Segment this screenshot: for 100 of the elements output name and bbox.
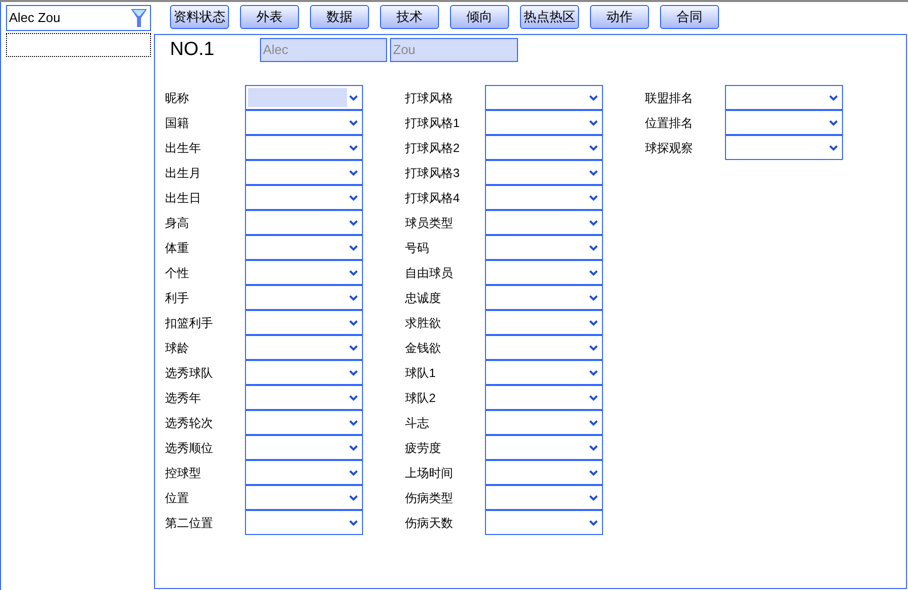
- tab[interactable]: 热点热区: [520, 5, 579, 29]
- field-label: 打球风格1: [405, 114, 461, 132]
- chevron-down-icon: [349, 270, 358, 276]
- chevron-down-icon: [829, 94, 838, 100]
- chevron-down-icon: [349, 220, 358, 226]
- dropdown[interactable]: [245, 160, 363, 185]
- dropdown[interactable]: [485, 485, 603, 510]
- field-label: 出生月: [165, 164, 202, 182]
- dropdown[interactable]: [245, 435, 363, 460]
- chevron-down-icon: [589, 244, 598, 250]
- field-label: 球队2: [405, 390, 437, 406]
- dropdown[interactable]: [485, 135, 603, 160]
- dropdown[interactable]: [485, 410, 603, 435]
- field-label: 打球风格3: [405, 164, 461, 182]
- field-label: 疲劳度: [405, 440, 442, 456]
- dropdown[interactable]: [725, 135, 843, 160]
- chevron-down-icon: [589, 494, 598, 500]
- search-field[interactable]: Alec Zou: [6, 5, 151, 31]
- field-label: 选秀球队: [165, 364, 214, 382]
- dropdown[interactable]: [485, 85, 603, 110]
- dropdown[interactable]: [245, 85, 363, 110]
- dropdown[interactable]: [245, 335, 363, 360]
- chevron-down-icon: [589, 394, 598, 400]
- field-label: 身高: [165, 214, 190, 232]
- field-label: 国籍: [165, 114, 190, 132]
- dropdown[interactable]: [485, 235, 603, 260]
- first-name-field: Alec: [260, 38, 387, 62]
- dropdown[interactable]: [245, 235, 363, 260]
- field-label: 联盟排名: [645, 90, 694, 106]
- field-label: 上场时间: [405, 464, 454, 482]
- chevron-down-icon: [589, 144, 598, 150]
- dropdown[interactable]: [245, 410, 363, 435]
- field-label: 选秀顺位: [165, 440, 214, 456]
- dropdown[interactable]: [485, 335, 603, 360]
- chevron-down-icon: [349, 294, 358, 300]
- player-list[interactable]: [6, 33, 151, 57]
- dropdown[interactable]: [485, 210, 603, 235]
- chevron-down-icon: [349, 370, 358, 376]
- dropdown[interactable]: [485, 285, 603, 310]
- dropdown[interactable]: [245, 485, 363, 510]
- funnel-icon: [130, 7, 148, 29]
- chevron-down-icon: [589, 270, 598, 276]
- field-label: 控球型: [165, 464, 202, 482]
- dropdown[interactable]: [245, 385, 363, 410]
- field-label: 体重: [165, 240, 190, 256]
- dropdown[interactable]: [485, 310, 603, 335]
- dropdown[interactable]: [245, 460, 363, 485]
- dropdown[interactable]: [725, 110, 843, 135]
- last-name-field: Zou: [390, 38, 518, 62]
- chevron-down-icon: [349, 444, 358, 450]
- chevron-down-icon: [349, 470, 358, 476]
- chevron-down-icon: [589, 444, 598, 450]
- dropdown[interactable]: [245, 510, 363, 535]
- tab[interactable]: 数据: [310, 5, 369, 29]
- dropdown[interactable]: [245, 135, 363, 160]
- chevron-down-icon: [349, 520, 358, 526]
- tab[interactable]: 动作: [590, 5, 649, 29]
- chevron-down-icon: [829, 144, 838, 150]
- dropdown[interactable]: [245, 260, 363, 285]
- field-label: 伤病类型: [405, 490, 454, 506]
- field-label: 扣篮利手: [165, 314, 214, 332]
- field-label: 球队1: [405, 364, 437, 382]
- tab[interactable]: 倾向: [450, 5, 509, 29]
- field-label: 金钱欲: [405, 340, 442, 356]
- chevron-down-icon: [349, 320, 358, 326]
- dropdown[interactable]: [485, 185, 603, 210]
- dropdown[interactable]: [245, 360, 363, 385]
- dropdown[interactable]: [485, 435, 603, 460]
- chevron-down-icon: [349, 344, 358, 350]
- dropdown[interactable]: [485, 260, 603, 285]
- field-label: 打球风格2: [405, 140, 461, 156]
- dropdown[interactable]: [245, 310, 363, 335]
- chevron-down-icon: [589, 294, 598, 300]
- field-label: 求胜欲: [405, 314, 442, 332]
- field-label: 选秀轮次: [165, 414, 214, 432]
- dropdown[interactable]: [725, 85, 843, 110]
- chevron-down-icon: [349, 120, 358, 126]
- tab[interactable]: 合同: [660, 5, 719, 29]
- chevron-down-icon: [349, 394, 358, 400]
- tab[interactable]: 技术: [380, 5, 439, 29]
- field-label: 打球风格: [405, 90, 454, 106]
- dropdown[interactable]: [485, 160, 603, 185]
- chevron-down-icon: [589, 520, 598, 526]
- dropdown[interactable]: [245, 210, 363, 235]
- dropdown[interactable]: [485, 360, 603, 385]
- chevron-down-icon: [589, 420, 598, 426]
- dropdown[interactable]: [485, 385, 603, 410]
- field-label: 选秀年: [165, 390, 202, 406]
- dropdown[interactable]: [245, 285, 363, 310]
- dropdown[interactable]: [485, 460, 603, 485]
- chevron-down-icon: [349, 94, 358, 100]
- field-label: 球龄: [165, 340, 190, 356]
- dropdown[interactable]: [485, 110, 603, 135]
- field-label: 打球风格4: [405, 190, 461, 206]
- dropdown[interactable]: [485, 510, 603, 535]
- tab[interactable]: 资料状态: [170, 5, 229, 29]
- dropdown[interactable]: [245, 185, 363, 210]
- tab[interactable]: 外表: [240, 5, 299, 29]
- dropdown[interactable]: [245, 110, 363, 135]
- field-label: 自由球员: [405, 264, 454, 282]
